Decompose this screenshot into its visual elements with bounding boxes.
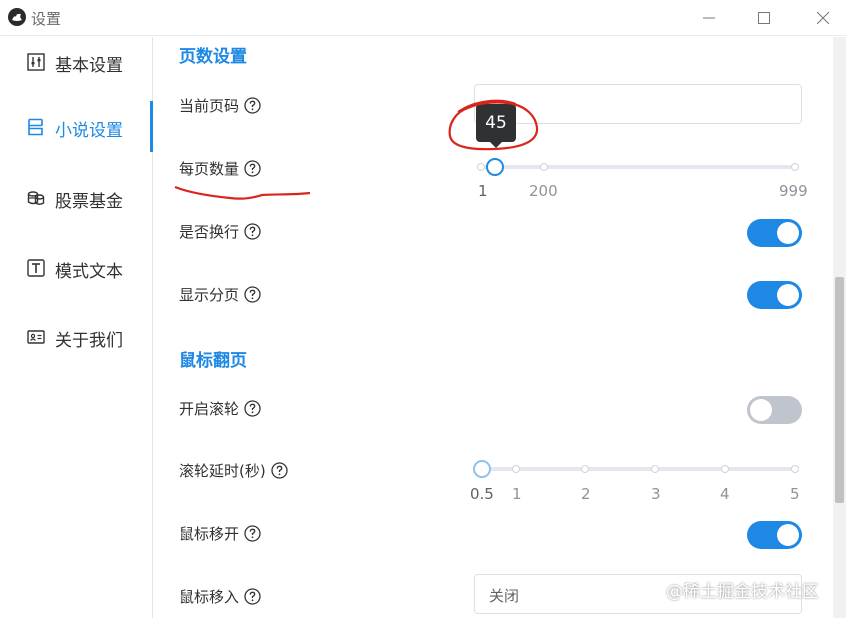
maximize-icon xyxy=(758,12,770,24)
sidebar-item-basic-settings[interactable]: 基本设置 xyxy=(0,39,153,83)
switch-knob xyxy=(750,399,772,421)
mouse-leave-row-label: 鼠标移开 xyxy=(179,523,261,544)
per-page-row-label: 每页数量 xyxy=(179,158,261,179)
sidebar-item-stocks-funds[interactable]: 股票基金 xyxy=(0,175,153,219)
wheel-switch[interactable] xyxy=(747,396,802,424)
slider-stop xyxy=(512,465,520,473)
per-page-label: 每页数量 xyxy=(179,160,240,178)
mouse-leave-switch[interactable] xyxy=(747,521,802,549)
wheel-delay-label: 滚轮延时(秒) xyxy=(179,462,266,480)
wheel-delay-tick-label: 1 xyxy=(512,485,522,503)
settings-content: 页数设置 当前页码 每页数量 45 1 200 999 是否换行 显示分页 鼠标… xyxy=(154,37,833,618)
per-page-tick-label: 1 xyxy=(478,182,488,200)
mouse-enter-label: 鼠标移入 xyxy=(179,588,240,606)
maximize-button[interactable] xyxy=(741,0,787,36)
title-bar: 设置 xyxy=(0,0,846,36)
per-page-slider[interactable] xyxy=(477,157,799,177)
active-indicator xyxy=(150,101,153,152)
section-title-page: 页数设置 xyxy=(179,47,247,67)
current-page-input[interactable] xyxy=(474,84,802,124)
slider-stop xyxy=(791,163,799,171)
slider-stop xyxy=(540,163,548,171)
switch-knob xyxy=(777,284,799,306)
slider-rail xyxy=(481,165,795,169)
id-card-icon xyxy=(27,330,45,344)
show-paging-label: 显示分页 xyxy=(179,286,240,304)
wheel-row-label: 开启滚轮 xyxy=(179,398,261,419)
text-box-icon xyxy=(27,259,45,277)
help-icon[interactable] xyxy=(271,462,288,479)
close-button[interactable] xyxy=(800,0,846,36)
scrollbar-thumb[interactable] xyxy=(835,277,844,503)
wheel-delay-tick-label: 5 xyxy=(790,485,800,503)
sidebar-item-label: 关于我们 xyxy=(55,331,123,351)
sidebar-item-novel-settings[interactable]: 小说设置 xyxy=(0,104,153,148)
wheel-label: 开启滚轮 xyxy=(179,400,240,418)
wrap-switch[interactable] xyxy=(747,219,802,247)
help-icon[interactable] xyxy=(244,97,261,114)
help-icon[interactable] xyxy=(244,160,261,177)
wheel-delay-tick-label: 2 xyxy=(581,485,591,503)
current-page-row-label: 当前页码 xyxy=(179,95,261,116)
switch-knob xyxy=(777,222,799,244)
help-icon[interactable] xyxy=(244,525,261,542)
show-paging-row-label: 显示分页 xyxy=(179,284,261,305)
sidebar-item-label: 股票基金 xyxy=(55,192,123,212)
sidebar-item-mode-text[interactable]: 模式文本 xyxy=(0,245,153,289)
per-page-tick-label: 999 xyxy=(779,182,808,200)
window-title: 设置 xyxy=(31,10,62,28)
sidebar-item-label: 小说设置 xyxy=(55,121,123,141)
help-icon[interactable] xyxy=(244,588,261,605)
sidebar-item-label: 基本设置 xyxy=(55,56,123,76)
per-page-tick-label: 200 xyxy=(529,182,558,200)
wrap-label: 是否换行 xyxy=(179,223,240,241)
slider-stop xyxy=(791,465,799,473)
watermark: @稀土掘金技术社区 xyxy=(666,582,819,602)
show-paging-switch[interactable] xyxy=(747,281,802,309)
wheel-delay-tick-label: 4 xyxy=(720,485,730,503)
app-logo-icon xyxy=(8,8,26,26)
section-title-mouse: 鼠标翻页 xyxy=(179,351,247,371)
mouse-leave-label: 鼠标移开 xyxy=(179,525,240,543)
wheel-delay-slider[interactable] xyxy=(473,459,799,479)
wheel-delay-row-label: 滚轮延时(秒) xyxy=(179,460,288,481)
wheel-delay-tick-label: 3 xyxy=(651,485,661,503)
scrollbar[interactable] xyxy=(833,37,846,618)
book-icon xyxy=(28,118,43,136)
current-page-label: 当前页码 xyxy=(179,97,240,115)
slider-stop xyxy=(721,465,729,473)
mouse-enter-select-value: 关闭 xyxy=(489,587,520,605)
help-icon[interactable] xyxy=(244,223,261,240)
slider-stop xyxy=(477,163,485,171)
minimize-icon xyxy=(703,17,715,19)
slider-stop xyxy=(651,465,659,473)
sidebar-item-about-us[interactable]: 关于我们 xyxy=(0,314,153,358)
slider-handle[interactable] xyxy=(486,158,504,176)
close-icon xyxy=(817,12,829,24)
minimize-button[interactable] xyxy=(686,0,732,36)
sidebar: 基本设置 小说设置 股票基金 模式文本 关于我们 xyxy=(0,37,153,618)
slider-rail xyxy=(481,467,795,471)
slider-value-tooltip: 45 xyxy=(476,104,516,148)
mouse-enter-row-label: 鼠标移入 xyxy=(179,586,261,607)
coins-icon xyxy=(27,191,45,205)
switch-knob xyxy=(777,524,799,546)
wheel-delay-tick-label: 0.5 xyxy=(470,485,494,503)
wrap-row-label: 是否换行 xyxy=(179,221,261,242)
slider-handle[interactable] xyxy=(473,460,491,478)
sliders-icon xyxy=(27,53,45,71)
sidebar-item-label: 模式文本 xyxy=(55,262,123,282)
help-icon[interactable] xyxy=(244,286,261,303)
slider-stop xyxy=(581,465,589,473)
help-icon[interactable] xyxy=(244,400,261,417)
